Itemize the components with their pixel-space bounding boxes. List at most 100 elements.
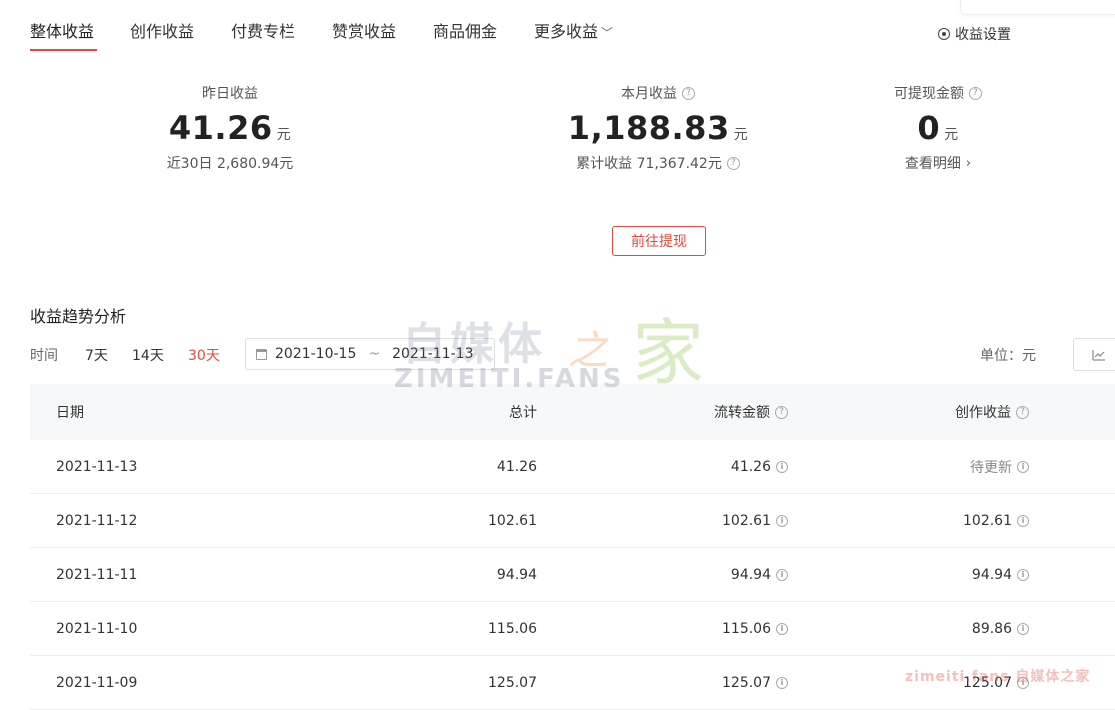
- info-icon[interactable]: i: [776, 622, 788, 635]
- settings-label: 收益设置: [955, 27, 1011, 43]
- row-create-cell: 89.86 i: [972, 602, 1029, 655]
- stat-withdrawable: 可提现金额? 0元 查看明细 ›: [848, 83, 1028, 173]
- stat-withdrawable-value-row: 0元: [848, 109, 1028, 147]
- info-icon[interactable]: i: [776, 568, 788, 581]
- stat-yesterday-label: 昨日收益: [202, 86, 258, 102]
- tab-commission[interactable]: 商品佣金: [433, 18, 497, 42]
- row-date: 2021-11-12: [56, 512, 138, 529]
- row-create-cell: 94.94 i: [972, 548, 1029, 601]
- row-flow: 41.26: [730, 458, 771, 475]
- date-start: 2021-10-15: [275, 346, 357, 362]
- unit-label: 单位：元: [980, 348, 1036, 364]
- watermark-wave: 之: [568, 328, 608, 374]
- time-filter-label: 时间: [30, 348, 58, 364]
- row-total: 115.06: [488, 620, 537, 637]
- row-create-cell: 待更新 i: [970, 440, 1029, 493]
- tab-overall[interactable]: 整体收益: [30, 18, 94, 42]
- settings-icon: [938, 28, 950, 40]
- header-create: 创作收益: [955, 405, 1011, 421]
- help-icon[interactable]: ?: [682, 86, 695, 100]
- view-details-label: 查看明细: [904, 156, 961, 172]
- table-row: 2021-11-12 102.61 102.61 i 102.61 i: [30, 494, 1115, 548]
- stat-month-label-row: 本月收益?: [548, 83, 768, 103]
- earnings-settings-button[interactable]: 收益设置: [938, 24, 1011, 44]
- row-flow-cell: 102.61 i: [722, 494, 788, 547]
- tab-more[interactable]: 更多收益 ﹀: [534, 18, 613, 42]
- stat-month-value-row: 1,188.83 元: [548, 109, 768, 147]
- info-icon[interactable]: i: [776, 460, 788, 473]
- stat-yesterday: 昨日收益 41.26 元 近30日 2,680.94元: [130, 83, 330, 173]
- info-icon[interactable]: i: [776, 676, 788, 689]
- row-flow-cell: 41.26 i: [731, 440, 788, 493]
- info-icon[interactable]: i: [776, 514, 788, 527]
- tab-tips[interactable]: 赞赏收益: [332, 18, 396, 42]
- range-14-days[interactable]: 14天: [132, 345, 164, 365]
- calendar-icon: [256, 348, 267, 360]
- row-total: 125.07: [488, 674, 537, 691]
- stat-month-label: 本月收益: [621, 86, 677, 102]
- row-date: 2021-11-10: [56, 620, 138, 637]
- top-right-card-edge: [960, 0, 1115, 15]
- info-icon[interactable]: i: [1017, 460, 1029, 473]
- stat-withdrawable-value: 0: [917, 109, 941, 147]
- trend-section-title: 收益趋势分析: [30, 307, 127, 326]
- range-7-days[interactable]: 7天: [85, 345, 108, 365]
- help-icon[interactable]: ?: [1016, 405, 1029, 419]
- withdraw-button[interactable]: 前往提现: [612, 226, 706, 256]
- tab-more-label: 更多收益: [534, 22, 599, 41]
- row-flow-cell: 115.06 i: [722, 602, 788, 655]
- info-icon[interactable]: i: [1017, 568, 1029, 581]
- chevron-right-icon: ›: [965, 155, 972, 171]
- row-create: 89.86: [971, 620, 1012, 637]
- stat-yesterday-value-row: 41.26 元: [130, 109, 330, 147]
- row-flow: 94.94: [730, 566, 771, 583]
- info-icon[interactable]: i: [1017, 514, 1029, 527]
- tab-creation[interactable]: 创作收益: [130, 18, 194, 42]
- date-range-picker[interactable]: 2021-10-15 ~ 2021-11-13: [245, 338, 495, 370]
- chart-view-button[interactable]: [1073, 338, 1115, 371]
- chevron-down-icon: ﹀: [601, 26, 614, 40]
- active-tab-indicator: [30, 49, 97, 51]
- watermark-corner: zimeiti.fans 自媒体之家: [905, 669, 1091, 685]
- help-icon[interactable]: ?: [775, 405, 788, 419]
- row-date: 2021-11-09: [56, 674, 138, 691]
- range-30-days[interactable]: 30天: [188, 345, 220, 365]
- date-end: 2021-11-13: [392, 346, 474, 362]
- help-icon[interactable]: ?: [726, 156, 740, 170]
- table-row: 2021-11-10 115.06 115.06 i 89.86 i: [30, 602, 1115, 656]
- stat-month-sub-row: 累计收益 71,367.42元?: [548, 153, 768, 173]
- header-create-cell: 创作收益?: [955, 384, 1029, 440]
- earnings-table: 日期 总计 流转金额? 创作收益? 2021-11-13 41.26 41.26…: [30, 384, 1115, 710]
- stat-withdrawable-label-row: 可提现金额?: [848, 83, 1028, 103]
- table-row: 2021-11-11 94.94 94.94 i 94.94 i: [30, 548, 1115, 602]
- stat-month-value: 1,188.83: [567, 109, 730, 147]
- stat-withdrawable-unit: 元: [944, 127, 959, 143]
- info-icon[interactable]: i: [1017, 622, 1029, 635]
- view-details-link[interactable]: 查看明细 ›: [848, 153, 1028, 173]
- trend-chart-icon: [1092, 349, 1105, 361]
- row-flow-cell: 125.07 i: [722, 656, 788, 709]
- date-separator: ~: [368, 346, 381, 362]
- stat-yesterday-sub: 近30日 2,680.94元: [166, 156, 294, 172]
- stat-yesterday-value: 41.26: [168, 109, 273, 147]
- row-create: 待更新: [970, 459, 1012, 476]
- table-header: 日期 总计 流转金额? 创作收益?: [30, 384, 1115, 440]
- stat-withdrawable-label: 可提现金额: [894, 86, 964, 102]
- row-date: 2021-11-13: [56, 458, 138, 475]
- header-flow-cell: 流转金额?: [714, 384, 788, 440]
- row-flow-cell: 94.94 i: [731, 548, 788, 601]
- header-flow: 流转金额: [714, 405, 770, 421]
- row-flow: 102.61: [722, 512, 771, 529]
- stat-month: 本月收益? 1,188.83 元 累计收益 71,367.42元?: [548, 83, 768, 173]
- help-icon[interactable]: ?: [969, 86, 982, 100]
- header-total: 总计: [509, 405, 537, 421]
- row-flow: 115.06: [722, 620, 771, 637]
- stat-month-unit: 元: [733, 127, 749, 143]
- row-create-cell: 102.61 i: [963, 494, 1029, 547]
- table-row: 2021-11-13 41.26 41.26 i 待更新 i: [30, 440, 1115, 494]
- stat-month-sub: 累计收益 71,367.42元: [576, 156, 722, 172]
- tab-paid-column[interactable]: 付费专栏: [231, 18, 295, 42]
- stat-yesterday-unit: 元: [276, 127, 292, 143]
- row-flow: 125.07: [722, 674, 771, 691]
- row-create: 102.61: [963, 512, 1012, 529]
